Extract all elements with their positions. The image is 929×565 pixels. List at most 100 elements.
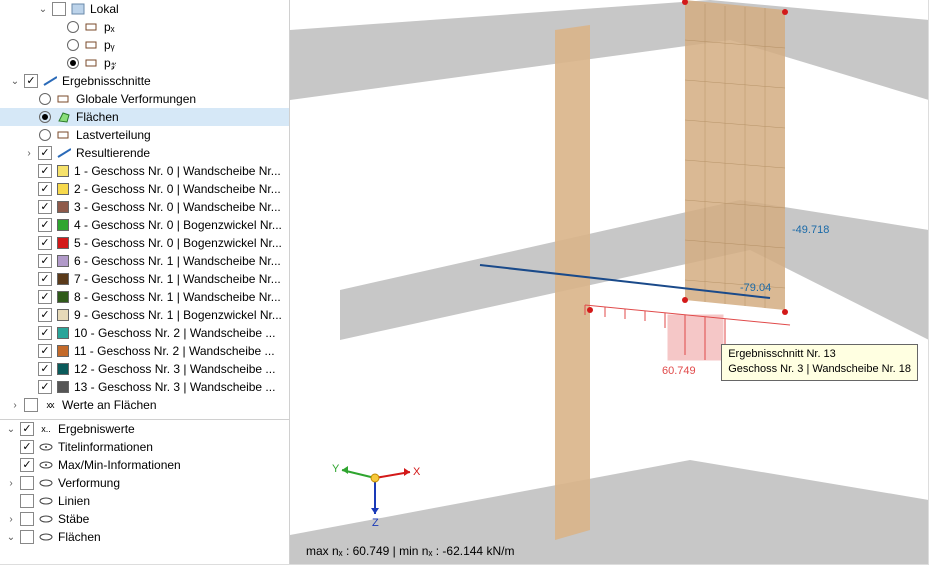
tree-node-section-item[interactable]: 3 - Geschoss Nr. 0 | Wandscheibe Nr... (0, 198, 289, 216)
checkbox[interactable] (38, 236, 52, 250)
values-icon: x.. (39, 423, 53, 435)
checkbox[interactable] (38, 344, 52, 358)
checkbox[interactable] (38, 290, 52, 304)
radio[interactable] (39, 93, 51, 105)
tree-node-section-item[interactable]: 6 - Geschoss Nr. 1 | Wandscheibe Nr... (0, 252, 289, 270)
radio[interactable] (67, 57, 79, 69)
color-swatch (57, 237, 69, 249)
axis-y-label: Y (332, 463, 340, 475)
folder-icon (71, 3, 85, 15)
tree-node-lokal[interactable]: ⌄ Lokal (0, 0, 289, 18)
checkbox[interactable] (38, 200, 52, 214)
tree-node-linien[interactable]: Linien (0, 492, 289, 510)
tree-node-py[interactable]: pᵧ (0, 36, 289, 54)
node-label: 9 - Geschoss Nr. 1 | Bogenzwickel Nr... (72, 308, 282, 322)
expander-icon[interactable]: › (4, 476, 18, 490)
tree-node-section-item[interactable]: 1 - Geschoss Nr. 0 | Wandscheibe Nr... (0, 162, 289, 180)
color-swatch (57, 309, 69, 321)
node-label: 10 - Geschoss Nr. 2 | Wandscheibe ... (72, 326, 275, 340)
checkbox[interactable] (38, 164, 52, 178)
node-label: Lastverteilung (74, 128, 151, 142)
expander-icon[interactable]: ⌄ (36, 2, 50, 16)
tree-node-section-item[interactable]: 8 - Geschoss Nr. 1 | Wandscheibe Nr... (0, 288, 289, 306)
checkbox[interactable] (38, 272, 52, 286)
node-label: Flächen (74, 110, 119, 124)
tree-node-section-item[interactable]: 9 - Geschoss Nr. 1 | Bogenzwickel Nr... (0, 306, 289, 324)
hover-tooltip: Ergebnisschnitt Nr. 13 Geschoss Nr. 3 | … (721, 344, 918, 381)
checkbox[interactable] (20, 476, 34, 490)
tree-node-section-item[interactable]: 11 - Geschoss Nr. 2 | Wandscheibe ... (0, 342, 289, 360)
radio[interactable] (67, 21, 79, 33)
tree-node-ergebnisschnitte[interactable]: ⌄ Ergebnisschnitte (0, 72, 289, 90)
tree-node-resultierende[interactable]: › Resultierende (0, 144, 289, 162)
node-label: p𝓏 (102, 56, 116, 71)
checkbox[interactable] (38, 308, 52, 322)
checkbox[interactable] (38, 146, 52, 160)
checkbox[interactable] (20, 512, 34, 526)
tree-node-flaechen[interactable]: Flächen (0, 108, 289, 126)
expander-icon[interactable]: › (22, 146, 36, 160)
tree-node-globale-verformungen[interactable]: Globale Verformungen (0, 90, 289, 108)
node-label: 1 - Geschoss Nr. 0 | Wandscheibe Nr... (72, 164, 281, 178)
node-label: Stäbe (56, 512, 89, 526)
tree-node-section-item[interactable]: 12 - Geschoss Nr. 3 | Wandscheibe ... (0, 360, 289, 378)
load-icon (85, 21, 99, 33)
checkbox[interactable] (20, 458, 34, 472)
checkbox[interactable] (38, 380, 52, 394)
checkbox[interactable] (20, 494, 34, 508)
tree-node-lastverteilung[interactable]: Lastverteilung (0, 126, 289, 144)
tooltip-line: Geschoss Nr. 3 | Wandscheibe Nr. 18 (728, 362, 911, 377)
info-icon (39, 495, 53, 507)
node-label: pᵧ (102, 38, 115, 52)
node-label: Werte an Flächen (60, 398, 157, 412)
tree-node-werte-an-flaechen[interactable]: › xx Werte an Flächen (0, 396, 289, 414)
node-label: 2 - Geschoss Nr. 0 | Wandscheibe Nr... (72, 182, 281, 196)
navigator-tree-lower[interactable]: ⌄ x.. Ergebniswerte Titelinformationen M… (0, 420, 289, 564)
tree-node-staebe[interactable]: › Stäbe (0, 510, 289, 528)
expander-icon[interactable]: ⌄ (8, 74, 22, 88)
expander-icon[interactable]: ⌄ (4, 530, 18, 544)
color-swatch (57, 363, 69, 375)
tree-node-maxmin[interactable]: Max/Min-Informationen (0, 456, 289, 474)
expander-icon[interactable]: ⌄ (4, 422, 18, 436)
checkbox[interactable] (20, 440, 34, 454)
expander-icon[interactable]: › (8, 398, 22, 412)
tree-node-titelinformationen[interactable]: Titelinformationen (0, 438, 289, 456)
tree-node-verformung[interactable]: › Verformung (0, 474, 289, 492)
checkbox[interactable] (20, 422, 34, 436)
3d-viewport[interactable]: -49.718 -79.04 60.749 Ergebnisschnitt Nr… (290, 0, 928, 564)
color-swatch (57, 291, 69, 303)
radio[interactable] (67, 39, 79, 51)
checkbox[interactable] (24, 398, 38, 412)
tree-node-px[interactable]: pₓ (0, 18, 289, 36)
radio[interactable] (39, 129, 51, 141)
expander-icon[interactable]: › (4, 512, 18, 526)
checkbox[interactable] (38, 182, 52, 196)
tree-node-section-item[interactable]: 5 - Geschoss Nr. 0 | Bogenzwickel Nr... (0, 234, 289, 252)
tree-node-section-item[interactable]: 4 - Geschoss Nr. 0 | Bogenzwickel Nr... (0, 216, 289, 234)
checkbox[interactable] (38, 254, 52, 268)
status-bar: max nₓ : 60.749 | min nₓ : -62.144 kN/m (306, 544, 514, 558)
node-label: 5 - Geschoss Nr. 0 | Bogenzwickel Nr... (72, 236, 282, 250)
node-label: 12 - Geschoss Nr. 3 | Wandscheibe ... (72, 362, 275, 376)
checkbox[interactable] (38, 362, 52, 376)
tree-node-pz[interactable]: p𝓏 (0, 54, 289, 72)
axis-gizmo[interactable]: X Y Z (330, 448, 420, 528)
deform-icon (57, 93, 71, 105)
node-label: 11 - Geschoss Nr. 2 | Wandscheibe ... (72, 344, 275, 358)
checkbox[interactable] (20, 530, 34, 544)
tree-node-section-item[interactable]: 7 - Geschoss Nr. 1 | Wandscheibe Nr... (0, 270, 289, 288)
radio[interactable] (39, 111, 51, 123)
node-label: pₓ (102, 20, 115, 34)
tree-node-section-item[interactable]: 13 - Geschoss Nr. 3 | Wandscheibe ... (0, 378, 289, 396)
checkbox[interactable] (38, 326, 52, 340)
tree-node-flaechen-lower[interactable]: ⌄ Flächen (0, 528, 289, 546)
navigator-tree-upper[interactable]: ⌄ Lokal pₓ pᵧ p𝓏 (0, 0, 289, 420)
checkbox[interactable] (52, 2, 66, 16)
checkbox[interactable] (24, 74, 38, 88)
tree-node-section-item[interactable]: 2 - Geschoss Nr. 0 | Wandscheibe Nr... (0, 180, 289, 198)
tree-node-section-item[interactable]: 10 - Geschoss Nr. 2 | Wandscheibe ... (0, 324, 289, 342)
tree-node-ergebniswerte[interactable]: ⌄ x.. Ergebniswerte (0, 420, 289, 438)
checkbox[interactable] (38, 218, 52, 232)
color-swatch (57, 327, 69, 339)
